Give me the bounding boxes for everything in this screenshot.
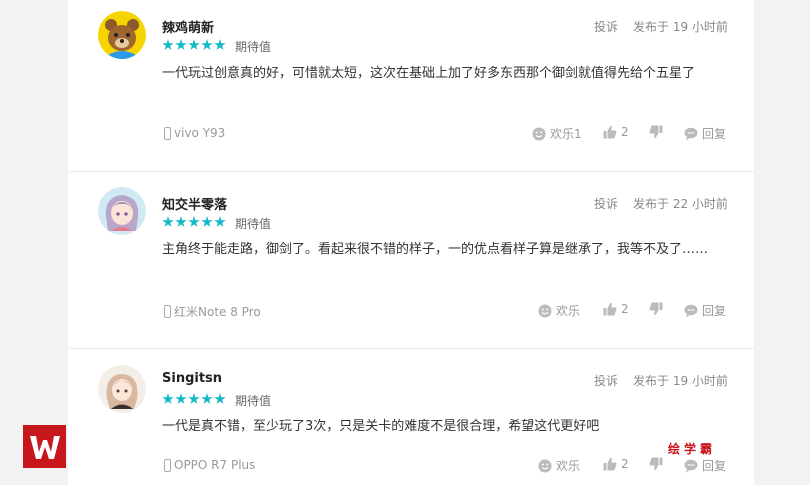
thumbs-up-icon (603, 125, 617, 139)
star-rating (162, 216, 226, 228)
like-count: 2 (621, 457, 629, 471)
review-card: 辣鸡萌新 期待值 投诉 发布于 19 小时前 一代玩过创意真的好，可惜就太短，这… (68, 0, 754, 172)
thumbs-down-icon (649, 125, 663, 139)
smile-icon (532, 127, 546, 141)
star-icon (175, 216, 187, 227)
star-icon (188, 393, 200, 404)
username[interactable]: 知交半零落 (162, 194, 227, 213)
reviews-panel: 辣鸡萌新 期待值 投诉 发布于 19 小时前 一代玩过创意真的好，可惜就太短，这… (68, 0, 754, 485)
fun-label: 欢乐 (556, 459, 581, 473)
username[interactable]: Singitsn (162, 371, 222, 386)
like-count: 2 (621, 125, 629, 139)
reply-button[interactable]: 回复 (684, 125, 726, 142)
review-text: 一代玩过创意真的好，可惜就太短，这次在基础上加了好多东西那个御剑就值得先给个五星… (162, 66, 696, 81)
dislike-button[interactable] (649, 302, 663, 316)
thumbs-down-icon (649, 457, 663, 471)
comment-icon (684, 304, 698, 318)
rating-label: 期待值 (235, 217, 272, 231)
device-name: vivo Y93 (174, 126, 226, 140)
device-info: 红米Note 8 Pro (164, 303, 261, 320)
star-icon (162, 216, 174, 227)
smile-icon (538, 304, 552, 318)
post-time: 发布于 19 小时前 (633, 20, 728, 34)
device-info: OPPO R7 Plus (164, 458, 255, 472)
username[interactable]: 辣鸡萌新 (162, 17, 214, 36)
watermark-text: 绘学霸 (668, 442, 717, 456)
star-icon (214, 216, 226, 227)
post-time: 发布于 22 小时前 (633, 197, 728, 211)
report-link[interactable]: 投诉 (594, 372, 618, 389)
phone-icon (164, 126, 171, 140)
report-link[interactable]: 投诉 (594, 18, 618, 35)
comment-icon (684, 127, 698, 141)
like-button[interactable]: 2 (603, 457, 629, 471)
star-icon (188, 216, 200, 227)
fun-label: 欢乐1 (550, 127, 582, 141)
star-icon (201, 39, 213, 50)
fun-button[interactable]: 欢乐1 (532, 125, 582, 142)
review-card: 知交半零落 期待值 投诉 发布于 22 小时前 主角终于能走路，御剑了。看起来很… (68, 172, 754, 349)
reply-label: 回复 (702, 127, 727, 141)
phone-icon (164, 305, 171, 318)
star-icon (162, 39, 174, 50)
dislike-button[interactable] (649, 125, 663, 139)
thumbs-up-icon (603, 457, 617, 471)
like-count: 2 (621, 302, 629, 316)
device-name: 红米Note 8 Pro (174, 305, 261, 319)
reply-label: 回复 (702, 459, 727, 473)
smile-icon (538, 459, 552, 473)
review-card: Singitsn 期待值 投诉 发布于 19 小时前 一代是真不错，至少玩了3次… (68, 349, 754, 485)
reply-label: 回复 (702, 304, 727, 318)
star-icon (214, 393, 226, 404)
brand-logo-icon (23, 425, 66, 468)
thumbs-down-icon (649, 302, 663, 316)
star-icon (201, 216, 213, 227)
star-rating (162, 393, 226, 405)
star-rating (162, 39, 226, 51)
post-time: 发布于 19 小时前 (633, 374, 728, 388)
star-icon (175, 39, 187, 50)
bear-avatar-icon[interactable] (98, 11, 146, 59)
like-button[interactable]: 2 (603, 302, 629, 316)
comment-icon (684, 459, 698, 473)
anime-girl-avatar-icon[interactable] (98, 187, 146, 235)
reply-button[interactable]: 回复 (684, 302, 726, 319)
review-text: 主角终于能走路，御剑了。看起来很不错的样子，一的优点看样子算是继承了，我等不及了… (162, 242, 709, 257)
report-link[interactable]: 投诉 (594, 195, 618, 212)
star-icon (188, 39, 200, 50)
fun-label: 欢乐 (556, 304, 581, 318)
star-icon (201, 393, 213, 404)
thumbs-up-icon (603, 302, 617, 316)
fun-button[interactable]: 欢乐 (538, 457, 580, 474)
device-name: OPPO R7 Plus (174, 458, 256, 472)
star-icon (175, 393, 187, 404)
anime-character-avatar-icon[interactable] (98, 365, 146, 413)
review-text: 一代是真不错，至少玩了3次，只是关卡的难度不是很合理，希望这代更好吧 (162, 419, 600, 434)
star-icon (162, 393, 174, 404)
rating-label: 期待值 (235, 40, 272, 54)
device-info: vivo Y93 (164, 126, 225, 140)
like-button[interactable]: 2 (603, 125, 629, 139)
dislike-button[interactable] (649, 457, 663, 471)
rating-label: 期待值 (235, 394, 272, 408)
star-icon (214, 39, 226, 50)
reply-button[interactable]: 回复 (684, 457, 726, 474)
phone-icon (164, 458, 171, 472)
fun-button[interactable]: 欢乐 (538, 302, 580, 319)
